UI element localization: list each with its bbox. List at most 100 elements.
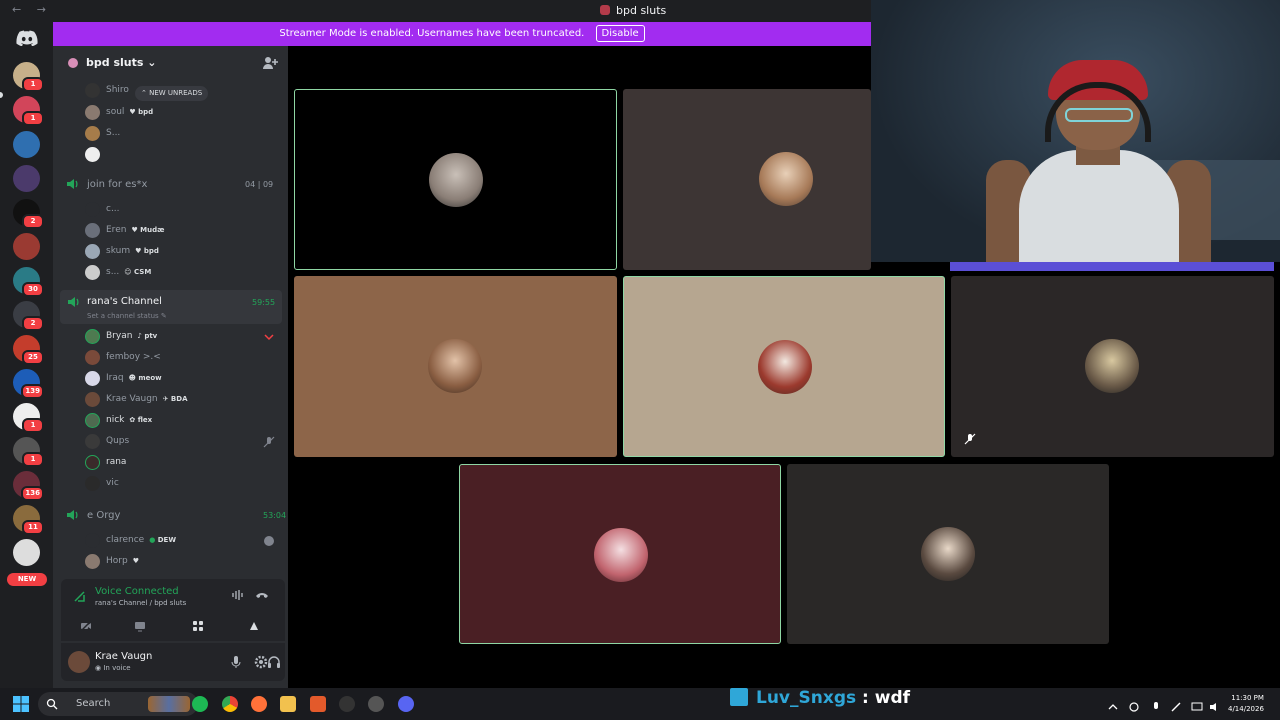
avatar xyxy=(85,434,100,449)
server-icon[interactable]: 1 xyxy=(13,96,44,126)
firefox-icon[interactable] xyxy=(251,696,267,712)
active-voice-channel[interactable]: rana's Channel Set a channel status ✎ 59… xyxy=(60,290,282,324)
signal-icon[interactable] xyxy=(73,589,87,603)
display-icon[interactable] xyxy=(1191,698,1203,711)
avatar xyxy=(85,554,100,569)
microphone-icon[interactable] xyxy=(229,655,243,669)
server-icon[interactable]: 1 xyxy=(13,437,44,467)
guild-header[interactable]: bpd sluts ⌄ xyxy=(53,46,288,80)
file-explorer-icon[interactable] xyxy=(280,696,296,712)
headphones-icon[interactable] xyxy=(267,655,281,669)
volume-icon[interactable] xyxy=(1209,698,1221,711)
avatar xyxy=(85,83,100,98)
user-tag: ☺ CSM xyxy=(124,268,152,276)
taskbar-search[interactable]: Search xyxy=(38,692,198,716)
user-status-text: In voice xyxy=(103,664,131,672)
server-icon[interactable]: 2 xyxy=(13,301,44,331)
server-icon[interactable] xyxy=(13,165,40,192)
channel-timer: 53:04 xyxy=(263,511,287,520)
user-tag: ♪ ptv xyxy=(137,332,158,340)
screen-share-button[interactable] xyxy=(115,616,165,636)
server-icon[interactable]: 25 xyxy=(13,335,44,365)
channel-name: e Orgy xyxy=(87,510,121,521)
video-tile[interactable] xyxy=(951,276,1274,457)
server-icon[interactable]: 2 xyxy=(13,199,44,229)
avatar xyxy=(85,350,100,365)
server-icon[interactable]: 139 xyxy=(13,369,44,399)
disable-button[interactable]: Disable xyxy=(595,25,645,42)
nav-arrows[interactable]: ← → xyxy=(12,3,52,16)
user-tag: ✈ BDA xyxy=(162,395,188,403)
channel-status[interactable]: Set a channel status ✎ xyxy=(87,312,167,320)
invite-icon[interactable] xyxy=(262,55,278,71)
gear-icon[interactable] xyxy=(254,655,268,669)
video-tile[interactable] xyxy=(294,276,617,457)
windows-start-icon[interactable] xyxy=(13,696,29,712)
username: Eren xyxy=(106,225,127,235)
server-icon[interactable]: 136 xyxy=(13,471,44,501)
new-unreads-label: NEW UNREADS xyxy=(149,89,203,97)
server-icon[interactable] xyxy=(13,539,40,566)
window-title: bpd sluts xyxy=(600,4,666,17)
spotify-icon[interactable] xyxy=(192,696,208,712)
username: Qups xyxy=(106,436,130,446)
avatar xyxy=(85,476,100,491)
server-icon xyxy=(600,5,610,15)
channel-name: rana's Channel xyxy=(87,296,162,307)
channel-name: join for es*x xyxy=(87,179,148,190)
noise-suppression-icon[interactable] xyxy=(231,588,245,602)
microphone-icon[interactable] xyxy=(1150,698,1162,710)
participant-avatar xyxy=(594,528,648,582)
new-badge[interactable]: NEW xyxy=(7,573,47,586)
avatar xyxy=(85,533,100,548)
video-tile[interactable] xyxy=(459,464,781,644)
guild-name-text: bpd sluts xyxy=(86,56,144,69)
discord-home-icon[interactable] xyxy=(16,30,38,46)
video-tile[interactable] xyxy=(294,89,617,270)
user-tag-text: bpd xyxy=(138,108,154,116)
username: c... xyxy=(106,204,120,214)
server-icon[interactable] xyxy=(13,131,40,158)
search-label: Search xyxy=(76,698,111,709)
soundboard-button[interactable] xyxy=(229,616,279,636)
participant-avatar xyxy=(1085,339,1139,393)
voice-connected-subtitle[interactable]: rana's Channel / bpd sluts xyxy=(95,599,186,607)
user-tag-text: CSM xyxy=(134,268,152,276)
camera-button[interactable] xyxy=(61,616,111,636)
chrome-icon[interactable] xyxy=(222,696,238,712)
speaker-icon xyxy=(67,510,78,520)
voice-connected-title: Voice Connected xyxy=(95,586,179,597)
avatar xyxy=(85,329,100,344)
unread-badge: 1 xyxy=(22,111,44,126)
taskbar-clock[interactable]: 11:30 PM 4/14/2026 xyxy=(1228,693,1264,715)
new-unreads-pill[interactable]: ⌃ NEW UNREADS xyxy=(135,86,209,101)
video-tile[interactable] xyxy=(623,89,871,270)
activities-button[interactable] xyxy=(173,616,223,636)
server-icon[interactable]: 1 xyxy=(13,403,44,433)
avatar xyxy=(85,371,100,386)
media-player-icon[interactable] xyxy=(339,696,355,712)
avatar[interactable] xyxy=(68,651,90,673)
server-icon[interactable] xyxy=(13,233,40,260)
clock-time: 11:30 PM xyxy=(1231,694,1264,702)
disconnect-icon[interactable] xyxy=(255,588,269,602)
server-icon[interactable]: 1 xyxy=(13,62,44,92)
voice-connected-panel: Voice Connected rana's Channel / bpd slu… xyxy=(61,579,285,641)
pen-icon[interactable] xyxy=(1170,698,1182,712)
video-tile[interactable] xyxy=(623,276,945,457)
unread-badge: 30 xyxy=(22,282,44,297)
server-icon[interactable]: 30 xyxy=(13,267,44,297)
discord-taskbar-icon[interactable] xyxy=(398,696,414,712)
sync-icon[interactable] xyxy=(1128,698,1140,712)
avatar xyxy=(85,455,100,470)
user-tag-text: flex xyxy=(137,416,153,424)
chevron-down-icon[interactable] xyxy=(263,331,275,343)
participant-avatar xyxy=(428,339,482,393)
unread-badge: 1 xyxy=(22,418,44,433)
obs-icon[interactable] xyxy=(368,696,384,712)
video-tile[interactable] xyxy=(787,464,1109,644)
brave-icon[interactable] xyxy=(310,696,326,712)
user-tag-text: meow xyxy=(138,374,162,382)
server-icon[interactable]: 11 xyxy=(13,505,44,535)
chevron-up-icon[interactable] xyxy=(1107,698,1119,710)
